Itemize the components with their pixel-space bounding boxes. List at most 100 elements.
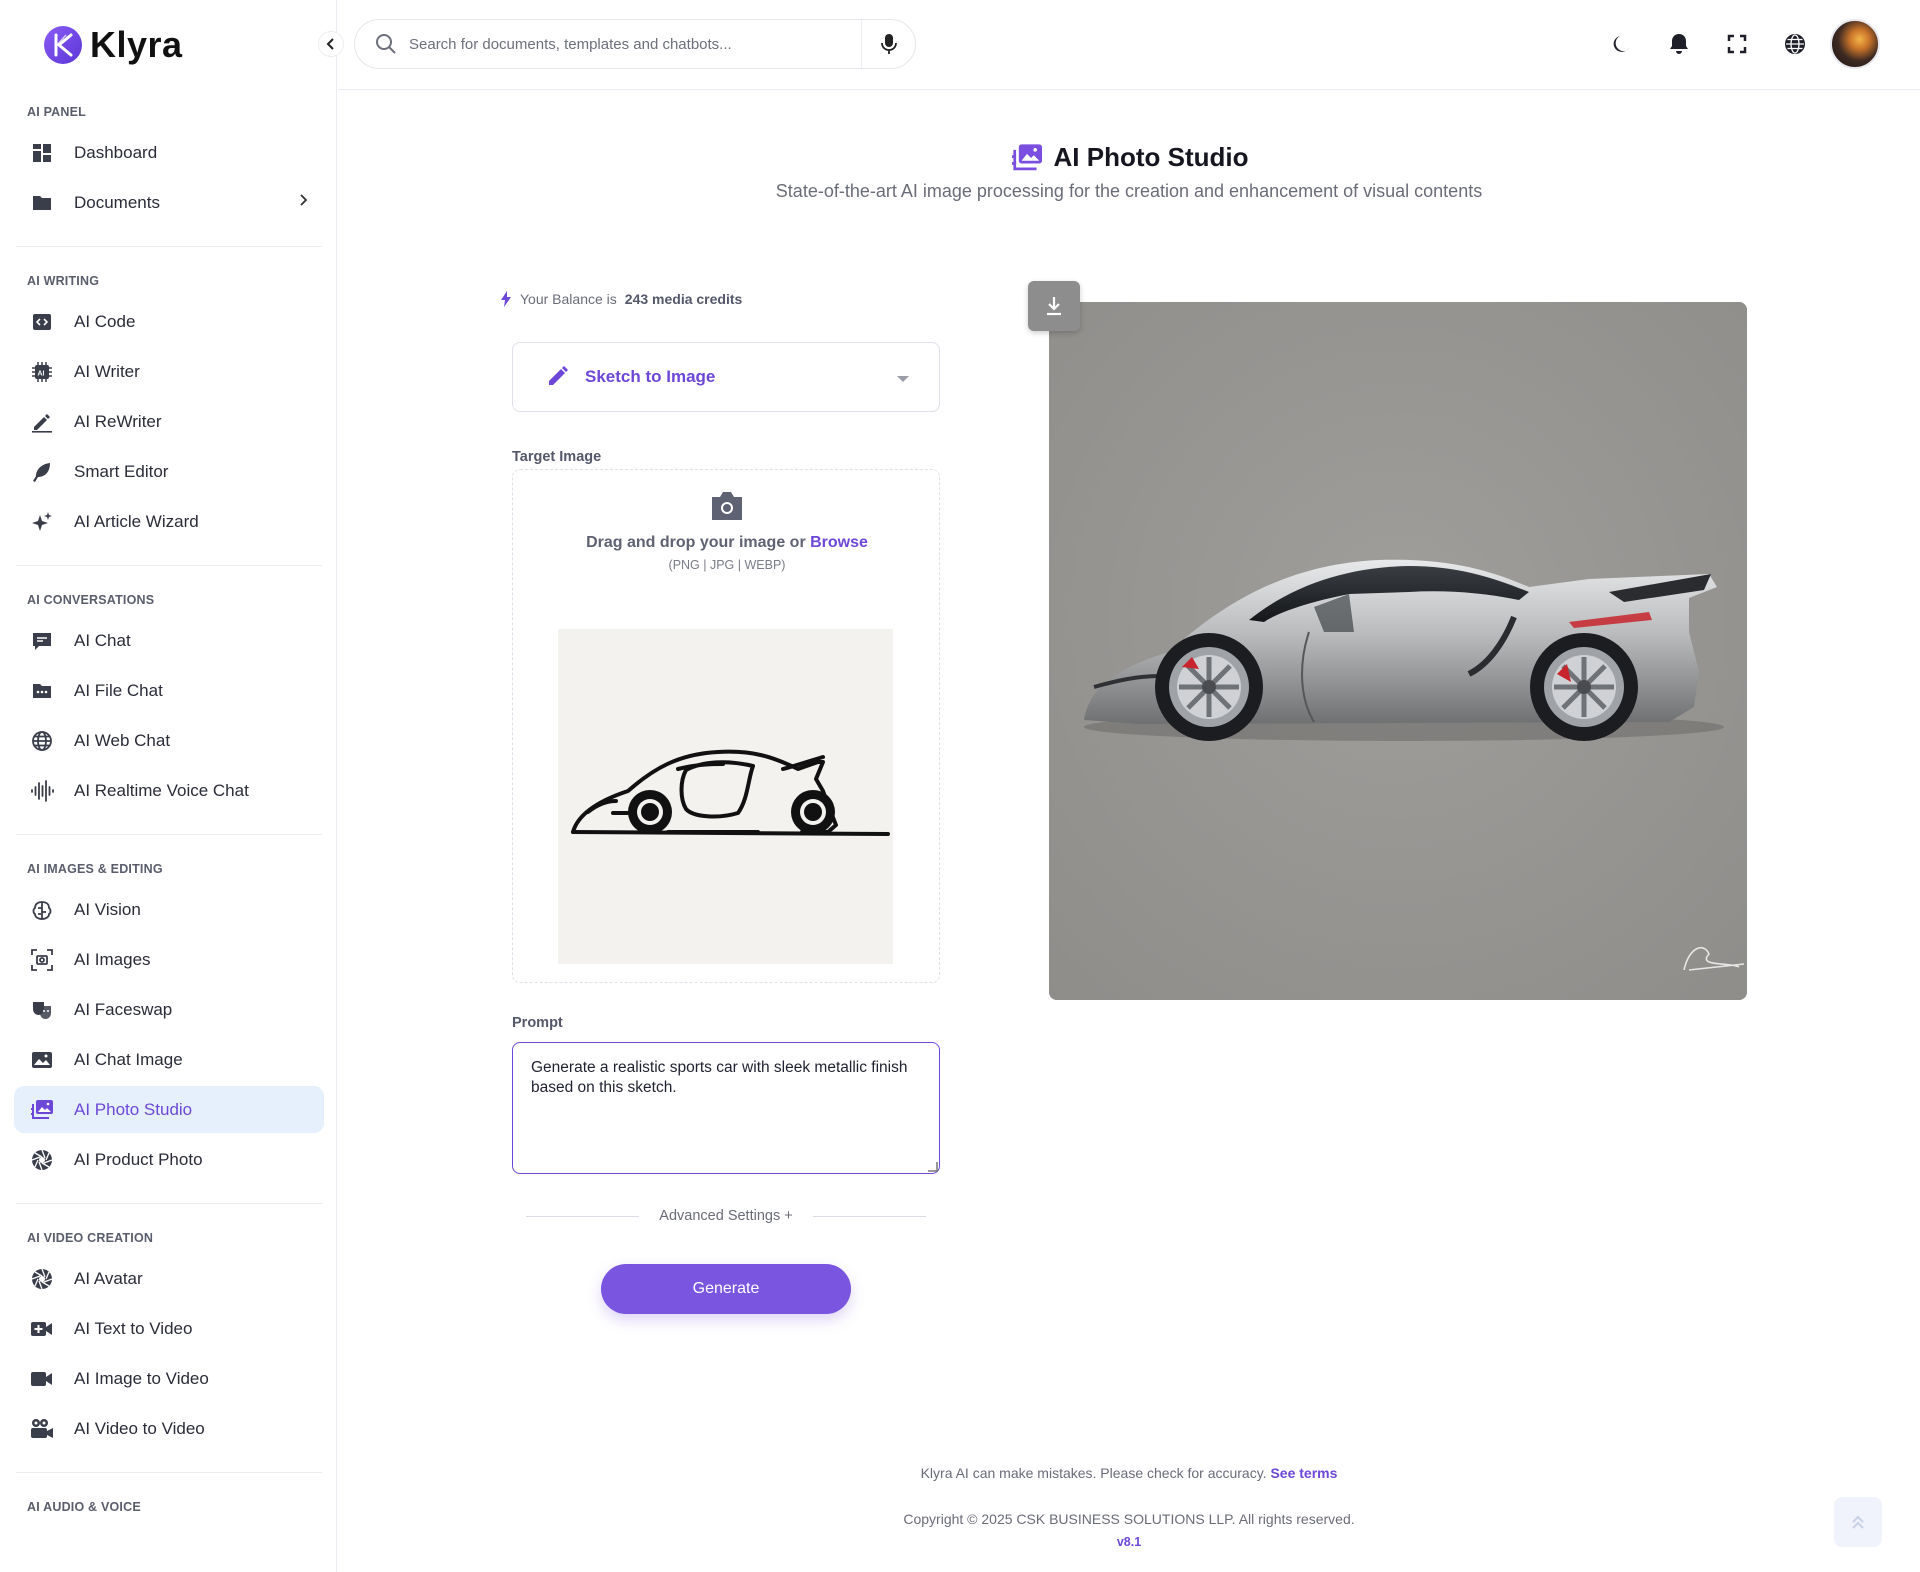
- user-avatar[interactable]: [1830, 19, 1880, 69]
- sidebar-item-ai-avatar[interactable]: AI Avatar: [14, 1255, 324, 1302]
- caret-down-icon: [897, 376, 909, 382]
- sidebar-item-label: AI Text to Video: [74, 1318, 193, 1338]
- sidebar-item-ai-photo-studio[interactable]: AI Photo Studio: [14, 1086, 324, 1133]
- generate-button[interactable]: Generate: [601, 1264, 851, 1314]
- sidebar-item-label: AI Realtime Voice Chat: [74, 780, 249, 800]
- collapse-sidebar-button[interactable]: [318, 31, 344, 57]
- copyright: Copyright © 2025 CSK BUSINESS SOLUTIONS …: [903, 1511, 1355, 1527]
- divider: [812, 1215, 927, 1217]
- sidebar-item-ai-vision[interactable]: AI Vision: [14, 886, 324, 933]
- sidebar-item-smart-editor[interactable]: Smart Editor: [14, 448, 324, 495]
- voice-search-button[interactable]: [861, 20, 915, 68]
- sidebar-item-label: AI ReWriter: [74, 411, 162, 431]
- sidebar-item-ai-chat-image[interactable]: AI Chat Image: [14, 1036, 324, 1083]
- balance-value: 243 media credits: [624, 291, 743, 307]
- image-dropzone[interactable]: Drag and drop your image or Browse (PNG …: [512, 469, 940, 983]
- sidebar-item-label: AI Web Chat: [74, 730, 171, 750]
- advanced-settings-label: Advanced Settings +: [659, 1208, 793, 1224]
- uploaded-sketch-image: [558, 629, 893, 964]
- sidebar-item-ai-video-to-video[interactable]: AI Video to Video: [14, 1405, 324, 1452]
- photo-studio-icon: [1010, 143, 1044, 173]
- advanced-settings-toggle[interactable]: Advanced Settings +: [526, 1208, 927, 1224]
- divider: [16, 246, 322, 247]
- main-content: AI Photo Studio State-of-the-art AI imag…: [338, 91, 1920, 1572]
- microphone-icon: [880, 34, 897, 54]
- sidebar-item-ai-realtime-voice-chat[interactable]: AI Realtime Voice Chat: [14, 767, 324, 814]
- fullscreen-button[interactable]: [1708, 18, 1766, 70]
- photo-studio-icon: [30, 1098, 54, 1122]
- sidebar-item-label: AI Avatar: [74, 1268, 143, 1288]
- bolt-icon: [500, 291, 512, 307]
- sidebar-item-label: AI Product Photo: [74, 1149, 203, 1169]
- globe-icon: [1785, 34, 1805, 54]
- waveform-icon: [30, 779, 54, 803]
- brand-name: Klyra: [90, 24, 183, 65]
- resize-handle-icon[interactable]: [928, 1162, 938, 1172]
- sidebar-item-label: AI Article Wizard: [74, 511, 199, 531]
- sidebar-item-ai-chat[interactable]: AI Chat: [14, 617, 324, 664]
- prompt-textarea[interactable]: Generate a realistic sports car with sle…: [512, 1042, 940, 1174]
- sidebar-item-ai-image-to-video[interactable]: AI Image to Video: [14, 1355, 324, 1402]
- dropzone-text: Drag and drop your image or Browse: [513, 534, 941, 552]
- search-input[interactable]: [409, 35, 879, 53]
- klyra-logo-icon: [44, 26, 82, 64]
- sidebar-item-ai-text-to-video[interactable]: AI Text to Video: [14, 1305, 324, 1352]
- sidebar-item-label: AI Video to Video: [74, 1418, 205, 1438]
- feather-icon: [30, 460, 54, 484]
- prompt-label: Prompt: [512, 1015, 563, 1031]
- image-icon: [30, 1048, 54, 1072]
- sidebar-item-label: AI Faceswap: [74, 999, 173, 1019]
- sidebar-item-label: Smart Editor: [74, 461, 169, 481]
- sidebar-item-ai-images[interactable]: AI Images: [14, 936, 324, 983]
- aperture-icon: [30, 1148, 54, 1172]
- dark-mode-toggle[interactable]: [1592, 18, 1650, 70]
- mode-dropdown[interactable]: Sketch to Image: [512, 342, 940, 412]
- sidebar-nav: AI PANEL Dashboard Documents AI WRITING …: [14, 98, 324, 1521]
- sidebar-item-label: AI Chat Image: [74, 1049, 183, 1069]
- sidebar-item-label: AI Chat: [74, 630, 131, 650]
- chevron-left-icon: [326, 38, 334, 50]
- scroll-to-top-button[interactable]: [1834, 1497, 1882, 1547]
- sidebar-item-ai-web-chat[interactable]: AI Web Chat: [14, 717, 324, 764]
- divider: [16, 565, 322, 566]
- divider: [526, 1215, 640, 1217]
- section-title-ai-images-editing: AI IMAGES & EDITING: [27, 862, 163, 876]
- sidebar-item-ai-article-wizard[interactable]: AI Article Wizard: [14, 498, 324, 545]
- browse-link[interactable]: Browse: [810, 534, 868, 551]
- ai-chip-icon: AI: [30, 360, 54, 384]
- sidebar-item-label: AI Writer: [74, 361, 140, 381]
- dashboard-icon: [30, 141, 54, 165]
- chevrons-up-icon: [1852, 1515, 1864, 1529]
- divider: [16, 1203, 322, 1204]
- download-button[interactable]: [1028, 281, 1080, 331]
- language-button[interactable]: [1766, 18, 1824, 70]
- sidebar-item-ai-writer[interactable]: AI AI Writer: [14, 348, 324, 395]
- sidebar-item-ai-faceswap[interactable]: AI Faceswap: [14, 986, 324, 1033]
- moon-icon: [1613, 36, 1629, 52]
- balance-prefix: Your Balance is: [520, 291, 617, 307]
- divider: [16, 834, 322, 835]
- top-header: [338, 0, 1920, 90]
- see-terms-link[interactable]: See terms: [1270, 1465, 1337, 1481]
- sidebar-item-ai-file-chat[interactable]: AI File Chat: [14, 667, 324, 714]
- mode-selected-label: Sketch to Image: [585, 367, 716, 386]
- film-camera-icon: [30, 1417, 54, 1441]
- brain-icon: [30, 898, 54, 922]
- sidebar-item-dashboard[interactable]: Dashboard: [14, 129, 324, 176]
- sidebar-item-label: AI Vision: [74, 899, 141, 919]
- sidebar-item-documents[interactable]: Documents: [14, 179, 324, 226]
- version: v8.1: [1116, 1535, 1142, 1549]
- section-title-ai-panel: AI PANEL: [27, 105, 87, 119]
- sidebar-item-ai-rewriter[interactable]: AI ReWriter: [14, 398, 324, 445]
- brand-logo-link[interactable]: Klyra: [44, 24, 183, 66]
- expand-icon: [1727, 34, 1747, 54]
- notifications-button[interactable]: [1650, 18, 1708, 70]
- header-actions: [1592, 18, 1880, 70]
- page-title: AI Photo Studio: [1053, 142, 1249, 172]
- sidebar-item-ai-code[interactable]: AI Code: [14, 298, 324, 345]
- page-subtitle: State-of-the-art AI image processing for…: [775, 181, 1483, 201]
- disclaimer-text: Klyra AI can make mistakes. Please check…: [920, 1465, 1267, 1481]
- sidebar-item-ai-product-photo[interactable]: AI Product Photo: [14, 1136, 324, 1183]
- masks-icon: [30, 998, 54, 1022]
- accepted-formats: (PNG | JPG | WEBP): [668, 558, 786, 572]
